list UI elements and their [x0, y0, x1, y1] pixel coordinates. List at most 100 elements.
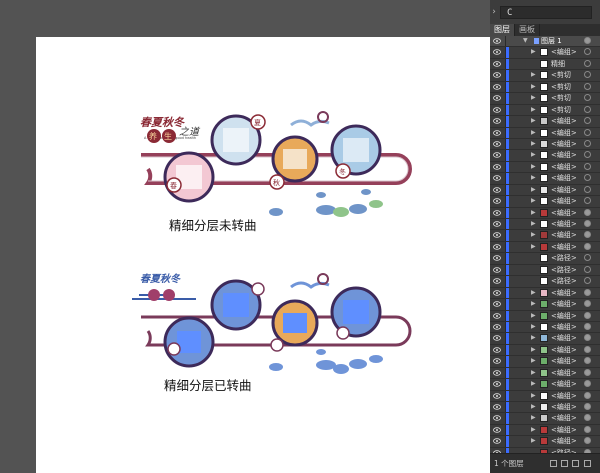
target-icon[interactable] — [584, 277, 591, 285]
layer-name[interactable]: <剪切 — [551, 70, 571, 81]
trash-icon[interactable] — [584, 460, 591, 467]
eye-icon[interactable] — [493, 175, 501, 181]
export-icon[interactable] — [550, 460, 557, 467]
tab-layers[interactable]: 图层 — [490, 24, 515, 36]
layer-row[interactable]: ▶ <编组> — [490, 150, 600, 162]
target-icon[interactable] — [584, 357, 591, 365]
layer-row[interactable]: ▶ <编组> — [490, 344, 600, 357]
layer-name[interactable]: <编组> — [551, 116, 577, 127]
target-icon[interactable] — [584, 71, 591, 79]
layer-name[interactable]: <编组> — [551, 425, 577, 436]
expand-triangle-icon[interactable]: ▶ — [531, 380, 536, 387]
layer-name[interactable]: <编组> — [551, 311, 577, 322]
layer-row[interactable]: ▶ <编组> — [490, 299, 600, 311]
layer-row[interactable]: ▶ <编组> — [490, 161, 600, 174]
layer-name[interactable]: <剪切 — [551, 93, 571, 104]
expand-triangle-icon[interactable]: ▶ — [531, 220, 536, 227]
expand-triangle-icon[interactable]: ▶ — [531, 346, 536, 353]
layer-name[interactable]: <编组> — [551, 219, 577, 230]
target-icon[interactable] — [584, 128, 591, 136]
layer-row[interactable]: ▶ <编组> — [490, 47, 600, 59]
target-icon[interactable] — [584, 197, 591, 205]
expand-triangle-icon[interactable]: ▶ — [531, 414, 536, 421]
layer-name[interactable]: <编组> — [551, 185, 577, 196]
target-icon[interactable] — [584, 254, 591, 262]
eye-icon[interactable] — [493, 61, 501, 67]
eye-icon[interactable] — [493, 38, 501, 44]
target-icon[interactable] — [584, 322, 591, 330]
expand-triangle-icon[interactable]: ▶ — [531, 163, 536, 170]
layer-row[interactable]: ▶ <编组> — [490, 173, 600, 185]
expand-triangle-icon[interactable]: ▶ — [531, 300, 536, 307]
expand-triangle-icon[interactable]: ▶ — [531, 151, 536, 158]
expand-triangle-icon[interactable]: ▶ — [531, 209, 536, 216]
eye-icon[interactable] — [493, 335, 501, 342]
layers-list[interactable]: ▼ 图层 1 ▶ <编组> 精细 ▶ <剪切 ▶ <剪切 ▶ <剪切 ▶ <剪切 ▶ <编组> ▶ <编组>… — [490, 36, 600, 454]
target-icon[interactable] — [584, 288, 591, 296]
eye-icon[interactable] — [493, 152, 501, 159]
layer-name[interactable]: <编组> — [551, 391, 577, 402]
eye-icon[interactable] — [493, 72, 501, 79]
eye-icon[interactable] — [493, 267, 501, 273]
target-icon[interactable] — [584, 311, 591, 319]
layer-name[interactable]: <编组> — [551, 196, 577, 207]
eye-icon[interactable] — [493, 289, 501, 296]
eye-icon[interactable] — [493, 301, 501, 307]
canvas-area[interactable]: 春夏秋冬 A way of keeping good health 养 生 之道 — [0, 0, 490, 473]
expand-triangle-icon[interactable]: ▶ — [531, 48, 536, 55]
layer-row[interactable]: <路径> — [490, 253, 600, 265]
target-icon[interactable] — [584, 242, 591, 250]
expand-triangle-icon[interactable]: ▶ — [531, 323, 536, 330]
target-icon[interactable] — [584, 48, 591, 56]
layer-name[interactable]: 图层 1 — [541, 36, 562, 47]
target-icon[interactable] — [584, 334, 591, 342]
eye-icon[interactable] — [493, 404, 501, 410]
layer-name[interactable]: <编组> — [551, 242, 577, 253]
layer-name[interactable]: <编组> — [551, 333, 577, 344]
eye-icon[interactable] — [493, 427, 501, 433]
eye-icon[interactable] — [493, 244, 501, 250]
layer-name[interactable]: <编组> — [551, 208, 577, 219]
layer-row[interactable]: ▶ <编组> — [490, 424, 600, 437]
eye-icon[interactable] — [493, 347, 501, 353]
target-icon[interactable] — [584, 220, 591, 227]
layer-row[interactable]: ▶ <编组> — [490, 367, 600, 380]
layer-name[interactable]: <路径> — [551, 276, 577, 287]
expand-triangle-icon[interactable]: ▶ — [531, 117, 536, 124]
expand-triangle-icon[interactable]: ▶ — [531, 357, 536, 364]
target-icon[interactable] — [584, 425, 591, 433]
layer-name[interactable]: <编组> — [551, 322, 577, 333]
expand-triangle-icon[interactable]: ▶ — [531, 403, 536, 410]
layer-name[interactable]: <编组> — [551, 345, 577, 356]
layer-name[interactable]: <编组> — [551, 162, 577, 173]
layer-row[interactable]: 精细 — [490, 58, 600, 71]
new-layer-icon[interactable] — [572, 460, 579, 467]
expand-triangle-icon[interactable]: ▶ — [531, 312, 536, 319]
layer-row[interactable]: ▶ <剪切 — [490, 104, 600, 117]
layer-row[interactable]: ▶ <编组> — [490, 127, 600, 139]
target-icon[interactable] — [584, 380, 591, 388]
eye-icon[interactable] — [493, 255, 501, 262]
layer-row[interactable]: ▶ <编组> — [490, 138, 600, 151]
layer-row[interactable]: ▶ <编组> — [490, 230, 600, 242]
layer-name[interactable]: <剪切 — [551, 105, 571, 116]
eye-icon[interactable] — [493, 358, 501, 364]
layer-row[interactable]: ▶ <编组> — [490, 379, 600, 391]
expand-triangle-icon[interactable]: ▶ — [531, 437, 536, 444]
target-icon[interactable] — [584, 151, 591, 159]
expand-triangle-icon[interactable]: ▼ — [523, 37, 528, 44]
layer-name[interactable]: <编组> — [551, 173, 577, 184]
layer-row[interactable]: ▶ <编组> — [490, 390, 600, 402]
layer-row[interactable]: ▶ <编组> — [490, 287, 600, 300]
layer-name[interactable]: 精细 — [551, 59, 565, 70]
layer-row[interactable]: ▶ <编组> — [490, 219, 600, 231]
target-icon[interactable] — [584, 105, 591, 113]
layer-name[interactable]: <编组> — [551, 436, 577, 447]
layer-name[interactable]: <编组> — [551, 150, 577, 161]
expand-triangle-icon[interactable]: ▶ — [531, 186, 536, 193]
eye-icon[interactable] — [493, 198, 501, 204]
target-icon[interactable] — [584, 208, 591, 216]
eye-icon[interactable] — [493, 209, 501, 216]
tab-artboards[interactable]: 画板 — [515, 24, 540, 36]
layer-row[interactable]: ▶ <编组> — [490, 207, 600, 219]
